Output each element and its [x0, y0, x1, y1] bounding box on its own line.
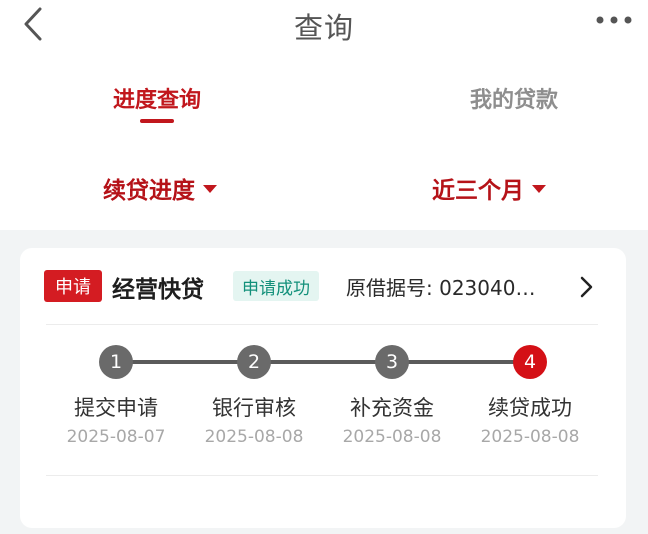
active-tab-indicator — [140, 119, 174, 123]
application-tag: 申请 — [44, 270, 102, 302]
caret-down-icon — [203, 185, 217, 193]
status-badge: 申请成功 — [233, 271, 319, 301]
step-date: 2025-08-08 — [480, 427, 580, 447]
step-label: 续贷成功 — [488, 396, 572, 420]
step-renewal-success: 4 续贷成功 2025-08-08 — [465, 345, 595, 447]
step-date: 2025-08-07 — [66, 427, 166, 447]
divider — [46, 475, 598, 476]
time-range-filter-label: 近三个月 — [432, 178, 524, 204]
loan-type-filter[interactable]: 续贷进度 — [103, 171, 217, 205]
step-submit: 1 提交申请 2025-08-07 — [51, 345, 181, 447]
top-nav-bar: 查询 — [0, 0, 648, 50]
step-label: 提交申请 — [74, 396, 158, 420]
divider — [46, 324, 598, 325]
more-options-icon[interactable] — [594, 12, 634, 28]
loan-type-filter-label: 续贷进度 — [103, 178, 195, 204]
step-supplement-funds: 3 补充资金 2025-08-08 — [327, 345, 457, 447]
step-number: 3 — [375, 345, 409, 379]
step-number: 1 — [99, 345, 133, 379]
step-date: 2025-08-08 — [204, 427, 304, 447]
step-date: 2025-08-08 — [342, 427, 442, 447]
step-number: 2 — [237, 345, 271, 379]
caret-down-icon — [532, 185, 546, 193]
tab-progress-query[interactable]: 进度查询 — [57, 82, 257, 114]
time-range-filter[interactable]: 近三个月 — [432, 171, 546, 205]
chevron-right-icon[interactable] — [576, 276, 596, 298]
step-number-current: 4 — [513, 345, 547, 379]
loan-progress-card[interactable]: 申请 经营快贷 申请成功 原借据号: 023040… 1 提交申请 2025-0… — [20, 248, 626, 528]
step-bank-review: 2 银行审核 2025-08-08 — [189, 345, 319, 447]
step-label: 银行审核 — [212, 396, 296, 420]
page-title: 查询 — [293, 11, 354, 45]
tab-my-loans[interactable]: 我的贷款 — [414, 82, 614, 114]
original-loan-number: 原借据号: 023040… — [346, 276, 536, 300]
step-label: 补充资金 — [350, 396, 434, 420]
product-name: 经营快贷 — [112, 277, 204, 303]
